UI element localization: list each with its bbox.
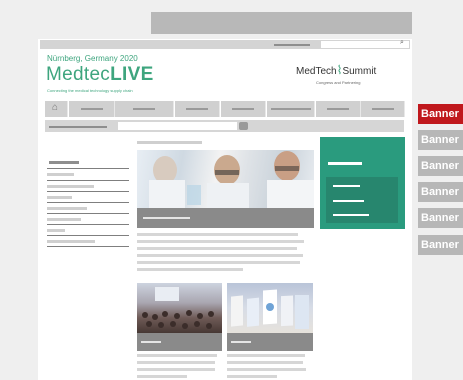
body-text-line [137, 233, 298, 236]
thumbnail-text-line [227, 361, 303, 364]
medteclive-logo[interactable]: MedtecLIVE [46, 64, 154, 86]
left-menu-item[interactable] [47, 218, 81, 221]
left-menu-divider [47, 213, 129, 214]
thumbnail-caption [231, 341, 251, 343]
featured-link[interactable] [333, 200, 364, 202]
thumbnail-text-line [137, 375, 187, 378]
body-text-line [137, 268, 243, 271]
body-text-line [137, 247, 297, 250]
site-search-button[interactable] [239, 122, 248, 130]
left-menu-divider [47, 202, 129, 203]
thumbnail-caption [141, 341, 161, 343]
nav-item-2[interactable] [115, 101, 174, 117]
banner-ad[interactable]: Banner [418, 208, 463, 228]
thumbnail-text-line [227, 375, 277, 378]
thumbnail-text-line [137, 361, 215, 364]
summit-word: Summit [342, 66, 377, 77]
banner-ad[interactable]: Banner [418, 104, 463, 124]
left-menu-title [49, 161, 79, 164]
nav-home[interactable]: ⌂ [45, 101, 68, 117]
left-menu-divider [47, 246, 129, 247]
banner-ad[interactable]: Banner [418, 130, 463, 150]
left-menu-divider [47, 235, 129, 236]
featured-panel-title [328, 162, 362, 165]
medtech-summit-logo[interactable]: MedTech⌇Summit [296, 63, 376, 77]
nav-item-4[interactable] [221, 101, 266, 117]
utility-link[interactable] [274, 44, 310, 46]
featured-link[interactable] [333, 214, 369, 216]
left-menu-item[interactable] [47, 196, 72, 199]
logo-tagline: Connecting the medical technology supply… [47, 88, 133, 93]
nav-item-3[interactable] [175, 101, 220, 117]
top-banner-placeholder [151, 12, 412, 34]
nav-item-7[interactable] [361, 101, 405, 117]
logo-live: LIVE [110, 64, 154, 85]
left-menu-divider [47, 191, 129, 192]
left-menu-divider [47, 168, 129, 169]
utility-search-input[interactable] [321, 41, 409, 48]
featured-link[interactable] [333, 185, 360, 187]
banner-ad[interactable]: Banner [418, 156, 463, 176]
hero-image[interactable] [137, 150, 314, 208]
left-menu-item[interactable] [47, 173, 74, 176]
hero-photo-scientists [149, 151, 314, 208]
section-title [137, 141, 202, 144]
event-location: Nürnberg, Germany 2020 [47, 54, 138, 63]
body-text-line [137, 261, 300, 264]
nav-item-5[interactable] [267, 101, 315, 117]
left-menu-divider [47, 180, 129, 181]
logo-medtec: Medtec [46, 64, 111, 85]
news-thumbnail-expo[interactable] [227, 283, 313, 333]
conference-audience-photo [142, 287, 214, 329]
banner-ad[interactable]: Banner [418, 235, 463, 255]
left-menu-item[interactable] [47, 207, 87, 210]
news-thumbnail-conference[interactable] [137, 283, 222, 333]
thumbnail-text-line [227, 368, 306, 371]
nav-item-6[interactable] [316, 101, 361, 117]
left-menu-item[interactable] [47, 229, 65, 232]
nav-item-1[interactable] [69, 101, 115, 117]
home-icon: ⌂ [52, 102, 59, 113]
summit-subtitle: Congress and Partnering [316, 80, 361, 85]
summit-medtech: MedTech [296, 66, 337, 77]
site-search-input[interactable] [118, 122, 237, 130]
hero-caption [143, 217, 190, 219]
banner-ad[interactable]: Banner [418, 182, 463, 202]
breadcrumb[interactable] [49, 126, 107, 128]
body-text-line [137, 240, 304, 243]
thumbnail-text-line [137, 368, 215, 371]
left-menu-item[interactable] [47, 240, 95, 243]
left-menu-item[interactable] [47, 185, 94, 188]
left-menu-divider [47, 224, 129, 225]
thumbnail-text-line [227, 354, 305, 357]
body-text-line [137, 254, 303, 257]
thumbnail-text-line [137, 354, 217, 357]
search-icon[interactable]: ⌕ [400, 39, 404, 47]
expo-booth-photo [231, 289, 309, 329]
